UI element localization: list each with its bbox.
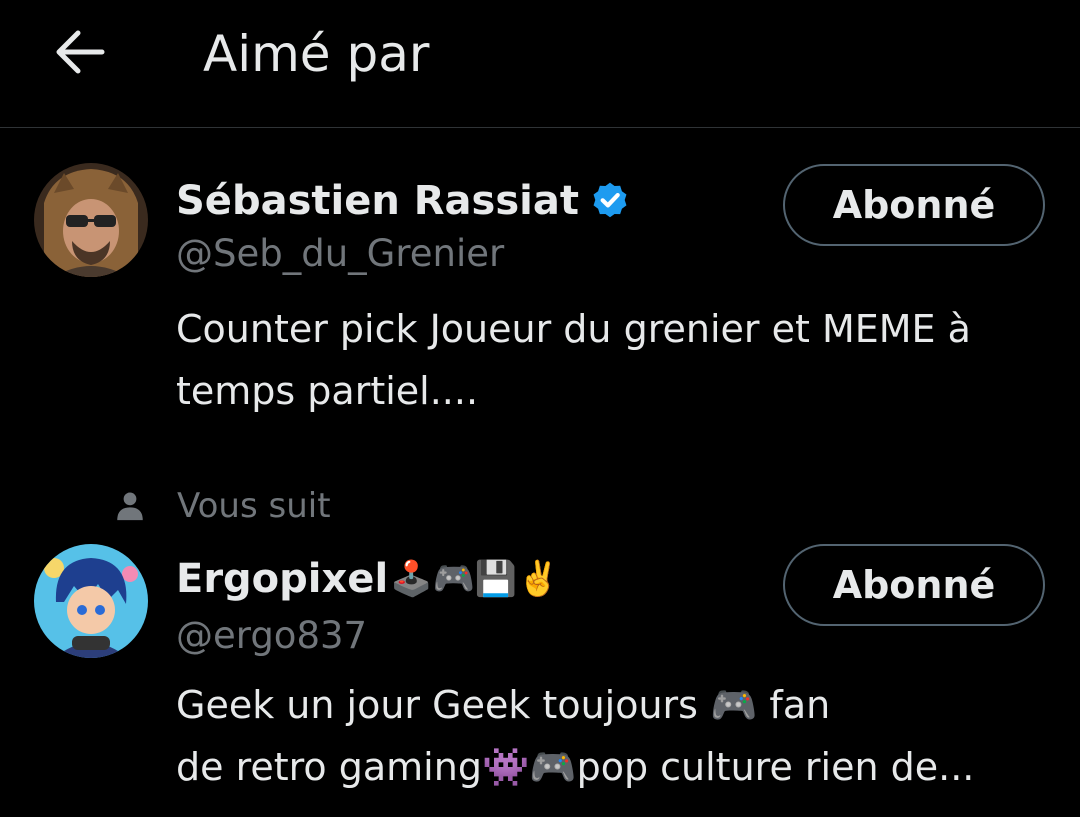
back-button[interactable] <box>48 22 112 82</box>
user-handle: @ergo837 <box>176 614 368 657</box>
follows-you-indicator: Vous suit <box>113 486 331 526</box>
user-display-name: Sébastien Rassiat <box>176 178 579 224</box>
user-bio: Counter pick Joueur du grenier et MEME à… <box>176 307 971 413</box>
person-icon <box>117 492 143 521</box>
user-bio-line: Geek un jour Geek toujours 🎮 fan <box>176 683 831 727</box>
following-button[interactable]: Abonné <box>783 164 1045 246</box>
page-title: Aimé par <box>203 25 430 83</box>
user-list-item[interactable]: Sébastien Rassiat @Seb_du_Grenier Counte… <box>0 128 1080 468</box>
header: Aimé par <box>0 0 1080 128</box>
following-button[interactable]: Abonné <box>783 544 1045 626</box>
user-list-item[interactable]: Vous suit Ergopixel 🕹️🎮💾✌️ @ergo837 Geek… <box>0 468 1080 817</box>
user-name-row: Sébastien Rassiat <box>176 178 631 224</box>
user-handle: @Seb_du_Grenier <box>176 232 505 275</box>
user-bio-line: de retro gaming👾🎮pop culture rien de... <box>176 745 975 789</box>
user-display-name: Ergopixel <box>176 556 389 602</box>
user-name-row: Ergopixel 🕹️🎮💾✌️ <box>176 556 560 602</box>
user-avatar[interactable] <box>34 544 148 658</box>
user-bio: Geek un jour Geek toujours 🎮 fan de retr… <box>176 674 1056 798</box>
name-emojis: 🕹️🎮💾✌️ <box>390 559 560 599</box>
user-avatar[interactable] <box>34 163 148 277</box>
verified-badge-icon <box>593 182 627 218</box>
follows-you-label: Vous suit <box>177 486 331 526</box>
arrow-left-icon <box>56 30 105 74</box>
liked-by-page: Aimé par Sébastien Rassiat @Seb_du_Greni… <box>0 0 1080 817</box>
